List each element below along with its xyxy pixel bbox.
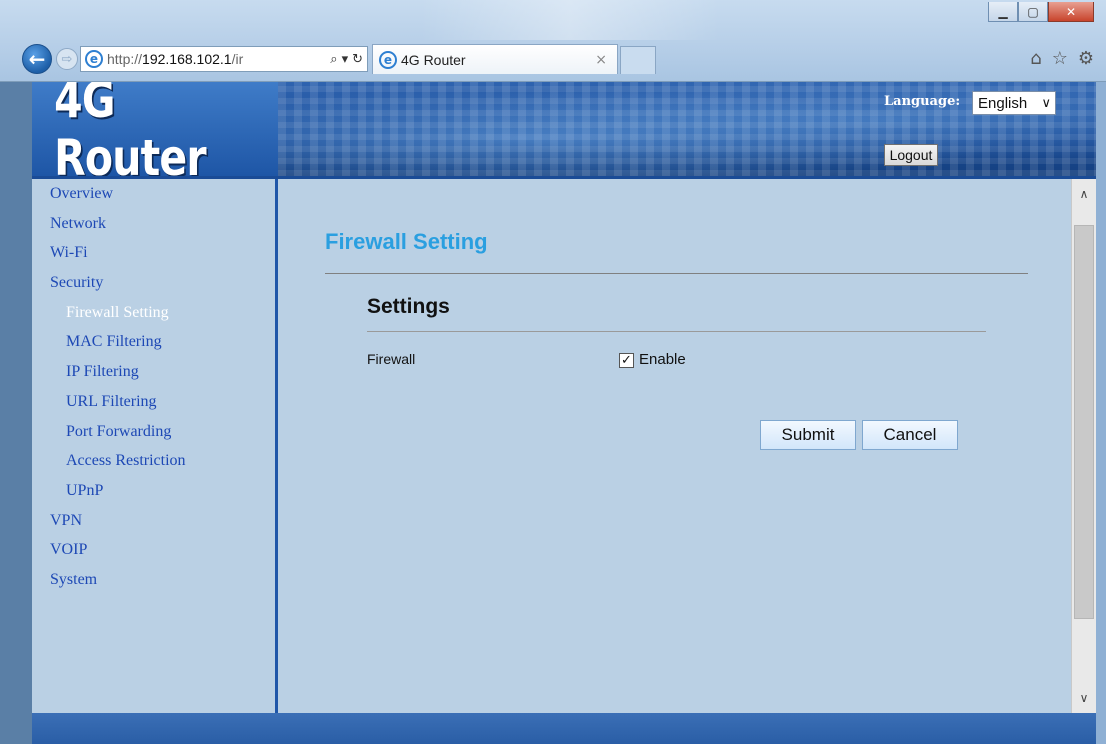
url-path: /ir [231,51,244,67]
window-controls: ▁ ▢ ✕ [988,2,1094,22]
address-tools: ⌕ ▾ ↻ [330,52,363,67]
vertical-scrollbar[interactable]: ∧ ∨ [1071,179,1096,713]
close-window-icon[interactable]: ✕ [1048,2,1094,22]
settings-gear-icon[interactable]: ⚙ [1078,48,1094,69]
scroll-thumb[interactable] [1074,225,1094,619]
minimize-icon[interactable]: ▁ [988,2,1018,22]
browser-chrome: ▁ ▢ ✕ ← ⇨ e http:// 192.168.102.1 /ir ⌕ … [0,0,1106,82]
browser-tab[interactable]: e 4G Router × [372,44,618,74]
dropdown-arrow-icon[interactable]: ▾ [342,52,349,67]
tab-title: 4G Router [401,51,466,68]
router-header: 4G Router Language: English ∨ Logout [32,82,1096,176]
address-bar[interactable]: e http:// 192.168.102.1 /ir ⌕ ▾ ↻ [80,46,368,72]
url-host: 192.168.102.1 [142,51,232,67]
title-divider [325,273,1028,274]
browser-toolbar: ⌂ ☆ ⚙ [1030,48,1094,69]
sidebar-item-security[interactable]: Security [32,268,275,298]
back-arrow-icon[interactable]: ← [22,44,52,74]
new-tab-button[interactable] [620,46,656,74]
sidebar-item-network[interactable]: Network [32,209,275,239]
sidebar-item-port-forwarding[interactable]: Port Forwarding [32,417,275,447]
logout-button[interactable]: Logout [884,144,938,166]
sidebar-item-mac-filtering[interactable]: MAC Filtering [32,327,275,357]
sidebar-nav: Overview Network Wi-Fi Security Firewall… [32,179,278,713]
language-select[interactable]: English ∨ [972,91,1056,115]
cancel-button[interactable]: Cancel [862,420,958,450]
sidebar-item-system[interactable]: System [32,565,275,595]
search-icon[interactable]: ⌕ [330,52,337,67]
scroll-down-icon[interactable]: ∨ [1072,687,1096,709]
main-content: Firewall Setting Settings Firewall ✓ Ena… [281,179,1071,713]
url-scheme: http:// [107,51,143,67]
section-title: Settings [367,295,450,318]
sidebar-item-firewall-setting[interactable]: Firewall Setting [32,298,275,328]
sidebar-item-vpn[interactable]: VPN [32,506,275,536]
firewall-label: Firewall [367,351,416,367]
sidebar-item-access-restriction[interactable]: Access Restriction [32,446,275,476]
favorites-star-icon[interactable]: ☆ [1052,48,1068,69]
sidebar-item-upnp[interactable]: UPnP [32,476,275,506]
forward-arrow-icon[interactable]: ⇨ [56,48,78,70]
home-icon[interactable]: ⌂ [1030,48,1041,69]
tab-close-icon[interactable]: × [595,52,607,68]
refresh-icon[interactable]: ↻ [352,52,363,67]
firewall-enable-checkbox[interactable]: ✓ [619,353,634,368]
sidebar-item-voip[interactable]: VOIP [32,535,275,565]
router-logo: 4G Router [54,82,206,176]
scroll-up-icon[interactable]: ∧ [1072,183,1096,205]
language-label: Language: [884,94,961,109]
maximize-icon[interactable]: ▢ [1018,2,1048,22]
tab-favicon-icon: e [379,50,397,69]
footer-bar [32,713,1096,744]
page-viewport: 4G Router Language: English ∨ Logout Ove… [32,82,1096,744]
ie-logo-icon: e [85,50,103,68]
chevron-down-icon: ∨ [1041,95,1051,111]
submit-button[interactable]: Submit [760,420,856,450]
page-title: Firewall Setting [325,229,488,254]
sidebar-item-overview[interactable]: Overview [32,179,275,209]
sidebar-item-url-filtering[interactable]: URL Filtering [32,387,275,417]
logo-block: 4G Router [32,82,278,176]
section-divider [367,331,986,332]
window-right-edge [1096,82,1106,744]
firewall-enable-label[interactable]: Enable [639,351,686,368]
sidebar-item-ip-filtering[interactable]: IP Filtering [32,357,275,387]
language-value: English [978,94,1028,112]
sidebar-item-wifi[interactable]: Wi-Fi [32,238,275,268]
